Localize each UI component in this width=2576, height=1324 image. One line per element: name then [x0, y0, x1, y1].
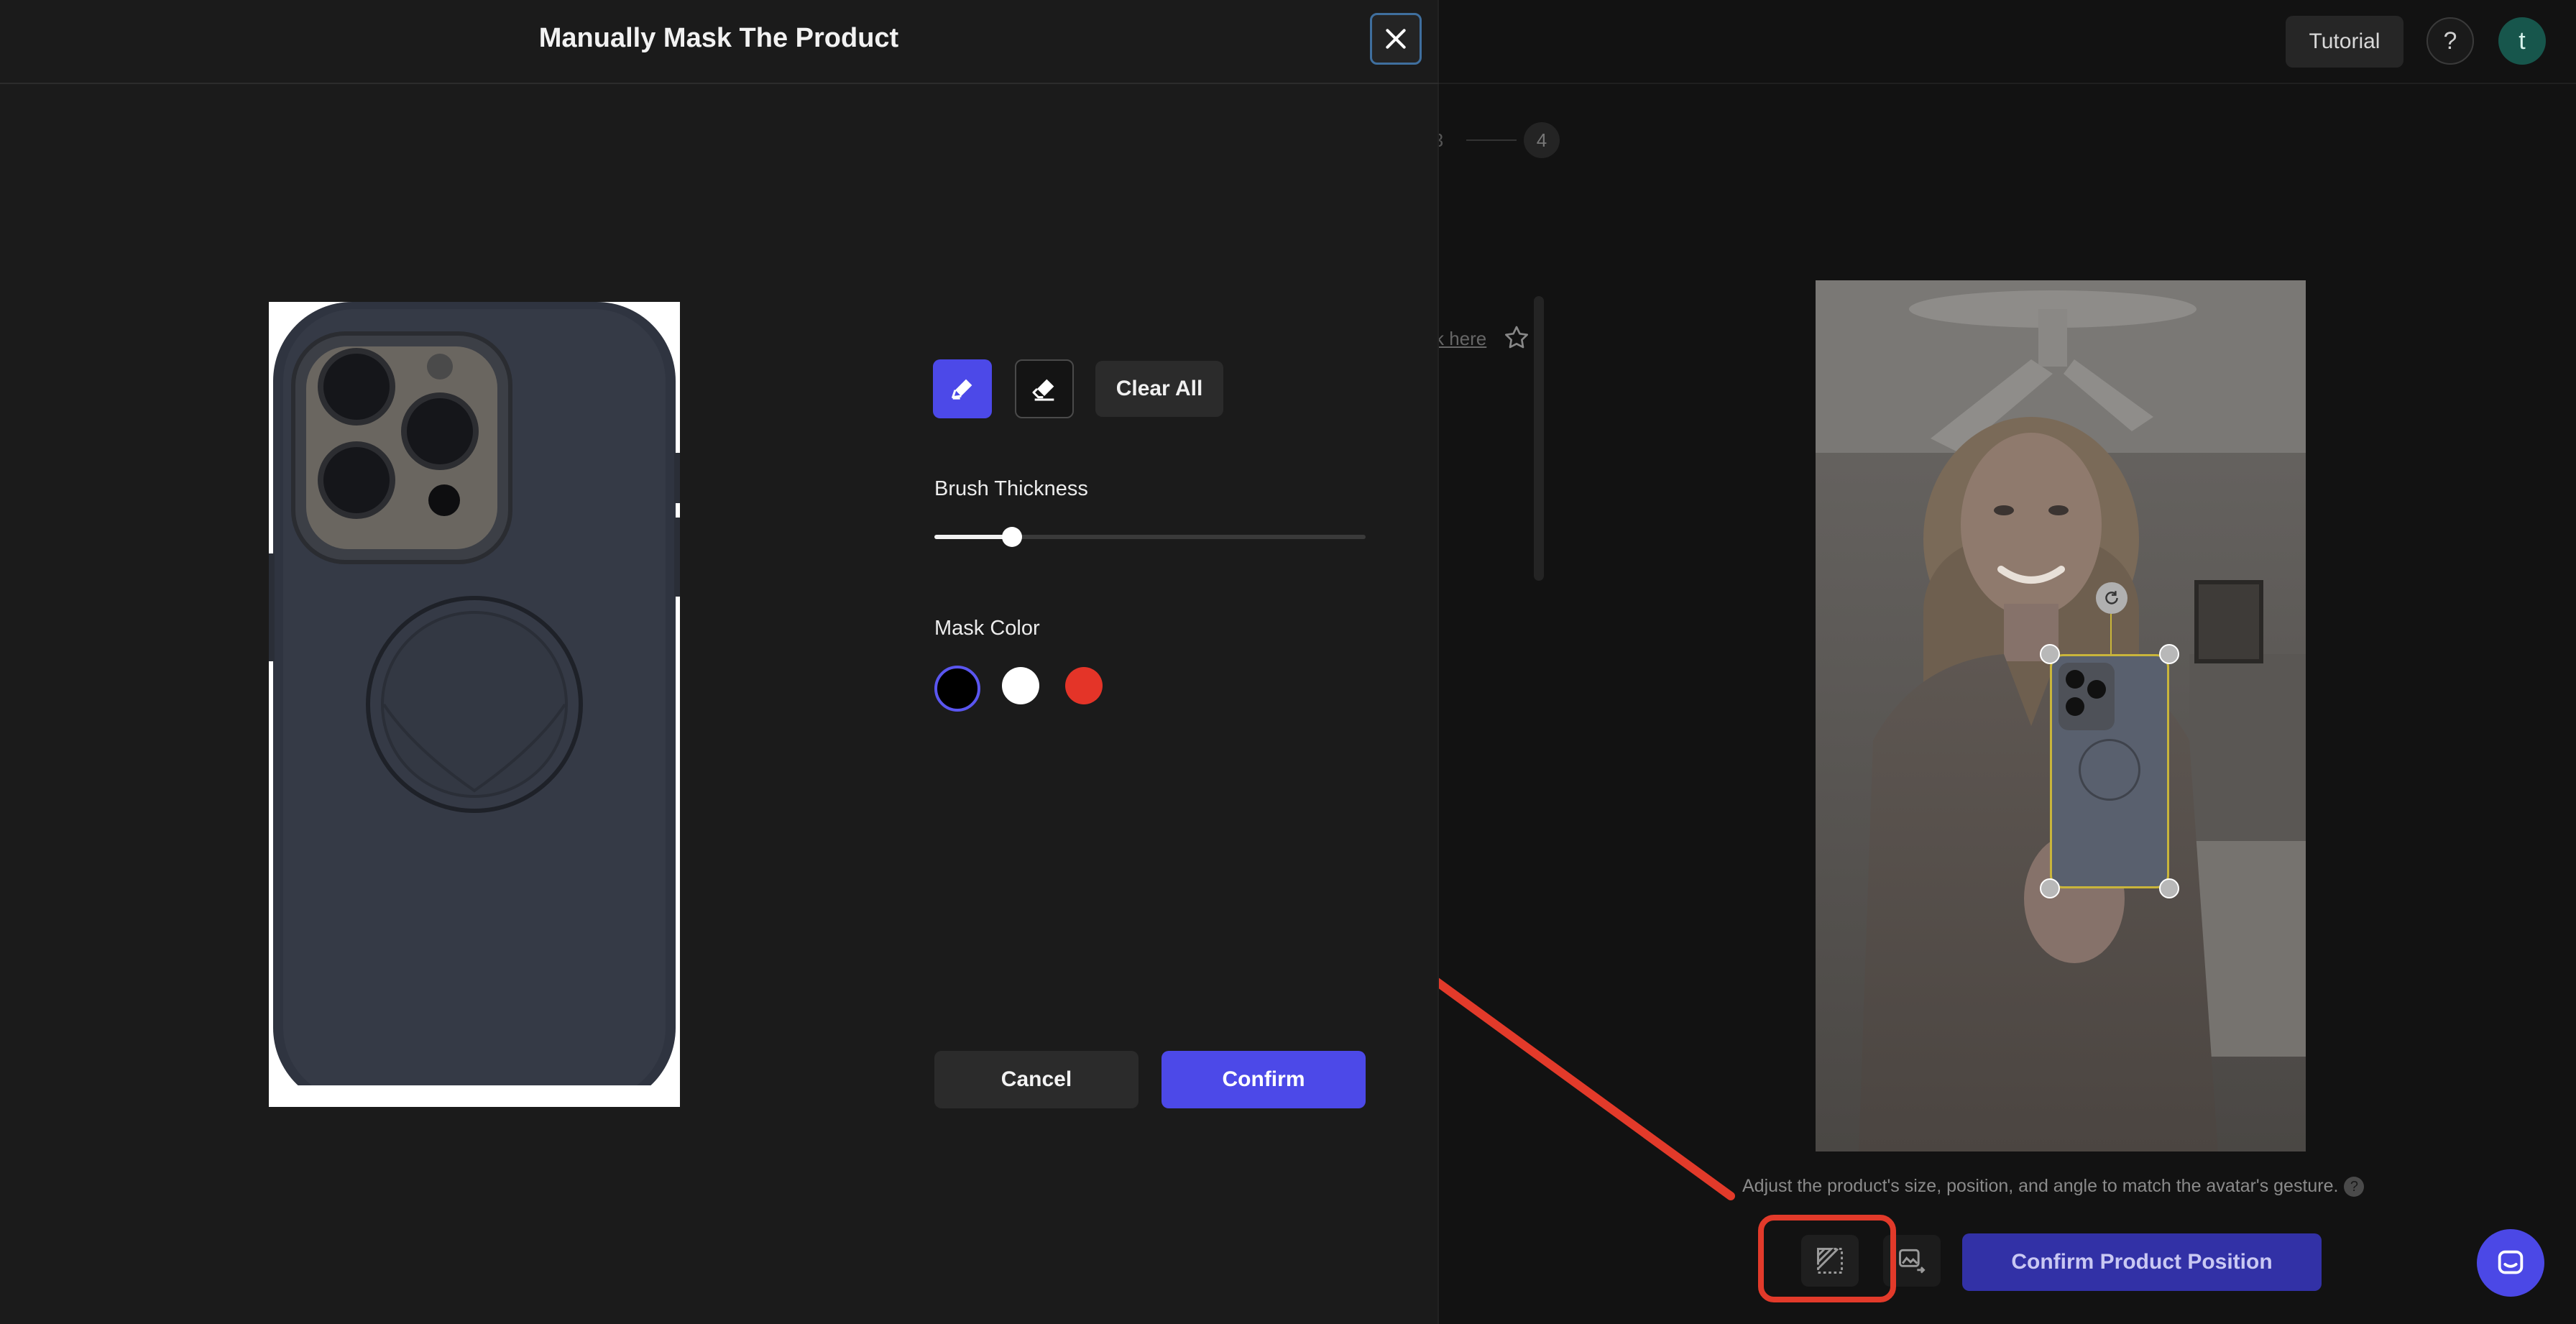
hint-help-icon[interactable]: ?	[2344, 1177, 2365, 1197]
close-button[interactable]	[1370, 13, 1422, 65]
brush-icon	[952, 379, 972, 400]
step-indicator-4: 4	[1524, 122, 1560, 158]
mask-color-white[interactable]	[1002, 667, 1039, 704]
clear-all-button[interactable]: Clear All	[1095, 361, 1223, 417]
product-image	[269, 302, 680, 1107]
scrollbar[interactable]	[1534, 296, 1544, 581]
chat-button[interactable]	[2477, 1229, 2544, 1297]
close-icon	[1386, 29, 1406, 49]
step-connector	[1466, 139, 1517, 141]
slider-fill	[934, 535, 1012, 539]
avatar-preview-image	[1816, 280, 2306, 1151]
mask-color-label: Mask Color	[934, 617, 1040, 640]
cancel-button[interactable]: Cancel	[934, 1051, 1138, 1108]
help-button[interactable]: ?	[2426, 17, 2474, 65]
modal-header: Manually Mask The Product	[0, 0, 1439, 84]
avatar[interactable]: t	[2498, 17, 2546, 65]
brush-thickness-label: Brush Thickness	[934, 477, 1088, 500]
mask-canvas[interactable]	[269, 302, 680, 1107]
confirm-button[interactable]: Confirm	[1162, 1051, 1366, 1108]
star-icon[interactable]	[1502, 323, 1531, 352]
manual-mask-modal: Manually Mask The Product Clear All Brus…	[0, 0, 1439, 1324]
click-here-link[interactable]: k here	[1435, 328, 1486, 350]
slider-thumb[interactable]	[1002, 527, 1022, 547]
eraser-icon	[1032, 379, 1054, 401]
brush-thickness-slider[interactable]	[934, 527, 1366, 547]
eraser-tool-button[interactable]	[1015, 359, 1074, 418]
mask-color-black[interactable]	[934, 666, 980, 712]
confirm-product-position-button[interactable]: Confirm Product Position	[1962, 1233, 2322, 1291]
brush-tool-button[interactable]	[933, 359, 992, 418]
hint-text-label: Adjust the product's size, position, and…	[1742, 1176, 2339, 1196]
mask-color-red[interactable]	[1065, 667, 1103, 704]
chat-icon	[2498, 1250, 2524, 1274]
hint-text: Adjust the product's size, position, and…	[1742, 1176, 2365, 1197]
replace-image-icon	[1899, 1249, 1926, 1274]
tutorial-button[interactable]: Tutorial	[2286, 16, 2404, 68]
modal-title: Manually Mask The Product	[538, 23, 899, 53]
annotation-highlight-box	[1758, 1215, 1896, 1302]
